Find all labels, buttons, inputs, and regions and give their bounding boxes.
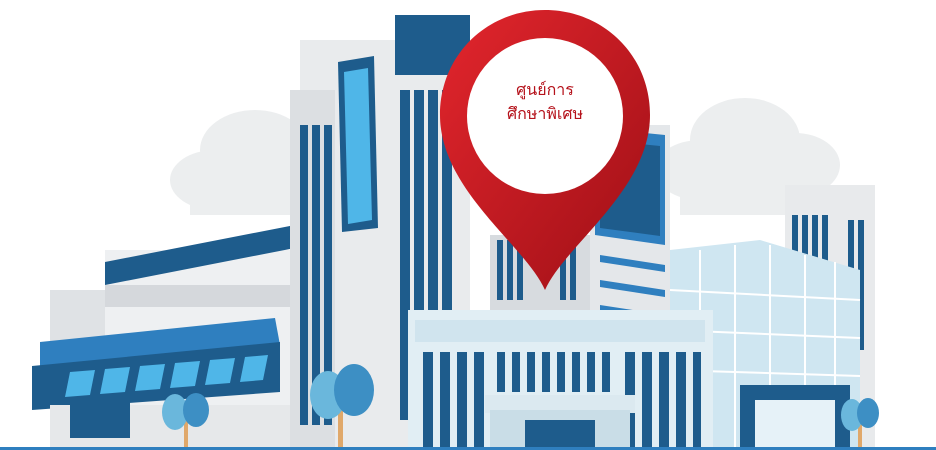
pin-label-line1: ศูนย์การ <box>516 80 574 99</box>
pin-label-line2: ศึกษาพิเศษ <box>506 104 584 123</box>
school-buildings-illustration <box>0 0 936 450</box>
illustration: ศูนย์การ ศึกษาพิเศษ <box>0 0 936 450</box>
pin-label: ศูนย์การ ศึกษาพิเศษ <box>470 78 620 126</box>
front-building <box>408 310 713 450</box>
